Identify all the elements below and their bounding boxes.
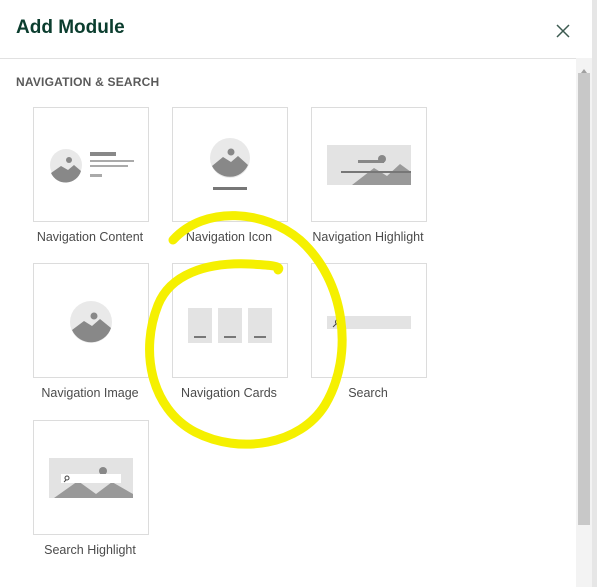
module-label: Search Highlight	[44, 543, 136, 557]
module-label: Navigation Highlight	[312, 230, 424, 244]
add-module-dialog: Add Module NAVIGATION & SEARCH Navigatio…	[0, 0, 592, 587]
section-title: NAVIGATION & SEARCH	[16, 75, 160, 89]
navigation-cards-thumbnail-icon	[172, 263, 288, 378]
module-tile-navigation-icon[interactable]: Navigation Icon	[159, 107, 299, 244]
navigation-content-thumbnail-icon	[33, 107, 149, 222]
module-label: Search	[348, 386, 388, 400]
module-tile-navigation-content[interactable]: Navigation Content	[20, 107, 160, 244]
dialog-header: Add Module	[0, 0, 592, 59]
search-highlight-thumbnail-icon	[33, 420, 149, 535]
navigation-highlight-thumbnail-icon	[311, 107, 427, 222]
search-thumbnail-icon	[311, 263, 427, 378]
module-tile-navigation-cards[interactable]: Navigation Cards	[159, 263, 299, 400]
close-icon[interactable]	[552, 20, 574, 42]
navigation-image-thumbnail-icon	[33, 263, 149, 378]
module-tile-search-highlight[interactable]: Search Highlight	[20, 420, 160, 557]
module-label: Navigation Content	[36, 230, 144, 244]
dialog-title: Add Module	[16, 17, 125, 38]
vertical-scrollbar[interactable]	[576, 58, 592, 587]
module-label: Navigation Image	[41, 386, 139, 400]
module-label: Navigation Cards	[181, 386, 277, 400]
module-tile-navigation-image[interactable]: Navigation Image	[20, 263, 160, 400]
module-tile-search[interactable]: Search	[298, 263, 438, 400]
background-window-edge	[592, 0, 597, 587]
scroll-up-arrow-icon[interactable]	[580, 62, 588, 73]
scrollbar-thumb[interactable]	[578, 73, 590, 525]
module-label: Navigation Icon	[185, 230, 273, 244]
navigation-icon-thumbnail-icon	[172, 107, 288, 222]
module-tile-navigation-highlight[interactable]: Navigation Highlight	[298, 107, 438, 244]
